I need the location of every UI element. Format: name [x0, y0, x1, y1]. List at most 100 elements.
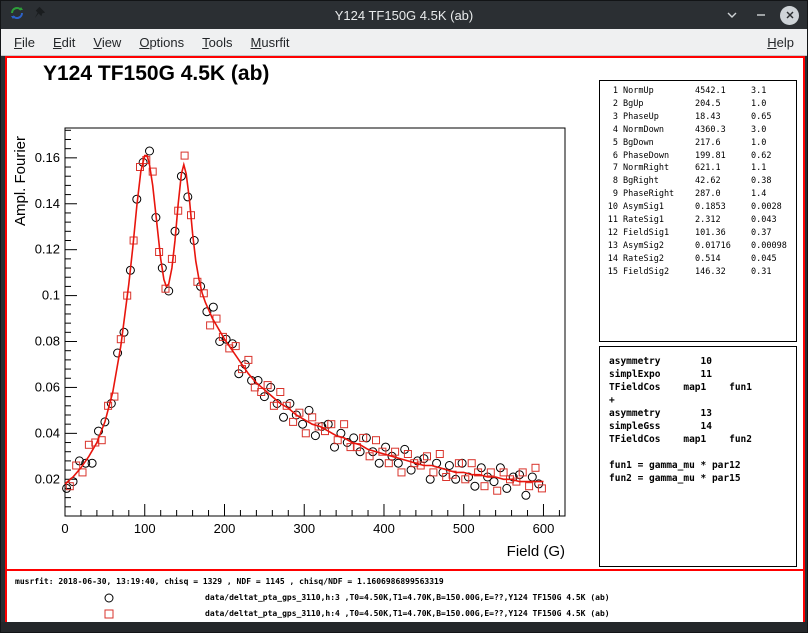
legend-label: data/deltat_pta_gps_3110,h:3 ,T0=4.50K,T…: [205, 593, 610, 603]
menu-tools[interactable]: Tools: [193, 31, 241, 54]
p-idx: 7: [605, 162, 618, 175]
p-name: NormDown: [623, 124, 695, 137]
parameter-box[interactable]: 1NormUp4542.13.12BgUp204.51.03PhaseUp18.…: [599, 80, 797, 342]
p-err: 0.00098: [751, 240, 791, 253]
p-idx: 6: [605, 150, 618, 163]
param-row: 5BgDown217.61.0: [605, 137, 791, 150]
svg-text:600: 600: [533, 521, 555, 536]
menu-file[interactable]: File: [5, 31, 44, 54]
p-val: 0.1853: [695, 201, 751, 214]
svg-text:0: 0: [61, 521, 68, 536]
p-name: PhaseUp: [623, 111, 695, 124]
svg-text:0.08: 0.08: [35, 334, 60, 349]
p-idx: 4: [605, 124, 618, 137]
p-name: NormRight: [623, 162, 695, 175]
p-idx: 10: [605, 201, 618, 214]
p-err: 0.31: [751, 266, 791, 279]
maximize-button[interactable]: [751, 6, 770, 25]
info-pad: musrfit: 2018-06-30, 13:19:40, chisq = 1…: [7, 573, 803, 622]
p-idx: 14: [605, 253, 618, 266]
p-err: 0.38: [751, 175, 791, 188]
p-err: 0.043: [751, 214, 791, 227]
p-val: 101.36: [695, 227, 751, 240]
menu-musrfit[interactable]: Musrfit: [242, 31, 299, 54]
svg-text:0.14: 0.14: [35, 196, 60, 211]
legend-label: data/deltat_pta_gps_3110,h:4 ,T0=4.50K,T…: [205, 609, 610, 619]
param-row: 6 PhaseDown199.810.62: [605, 150, 791, 163]
legend-row: data/deltat_pta_gps_3110,h:4 ,T0=4.50K,T…: [7, 606, 803, 622]
p-idx: 3: [605, 111, 618, 124]
p-idx: 15: [605, 266, 618, 279]
legend-row: data/deltat_pta_gps_3110,h:3 ,T0=4.50K,T…: [7, 590, 803, 606]
theory-box[interactable]: asymmetry 10 simplExpo 11 TFieldCos map1…: [599, 346, 797, 567]
pin-icon[interactable]: [33, 6, 46, 24]
svg-text:100: 100: [134, 521, 156, 536]
p-err: 0.62: [751, 150, 791, 163]
p-val: 0.01716: [695, 240, 751, 253]
svg-text:Field (G): Field (G): [507, 543, 565, 560]
p-val: 621.1: [695, 162, 751, 175]
window-title: Y124 TF150G 4.5K (ab): [1, 8, 807, 23]
p-err: 0.37: [751, 227, 791, 240]
window-titlebar: Y124 TF150G 4.5K (ab): [1, 1, 807, 29]
svg-text:0.12: 0.12: [35, 242, 60, 257]
menu-help[interactable]: Help: [758, 31, 803, 54]
p-name: BgRight: [623, 175, 695, 188]
svg-text:0.04: 0.04: [35, 425, 60, 440]
p-idx: 8: [605, 175, 618, 188]
p-val: 199.81: [695, 150, 751, 163]
param-row: 15 FieldSig2146.320.31: [605, 266, 791, 279]
svg-text:0.1: 0.1: [42, 288, 60, 303]
p-val: 2.312: [695, 214, 751, 227]
legend: data/deltat_pta_gps_3110,h:3 ,T0=4.50K,T…: [7, 573, 803, 622]
p-idx: 11: [605, 214, 618, 227]
root-canvas: 0 100 200 300 400 500 600 0.02 0.04 0.06 0.08 0.1 0.…: [5, 56, 805, 624]
svg-text:300: 300: [293, 521, 315, 536]
minimize-button[interactable]: [722, 6, 741, 25]
window-bottom-edge: [1, 622, 807, 632]
p-name: BgUp: [623, 98, 695, 111]
p-idx: 12: [605, 227, 618, 240]
svg-text:500: 500: [453, 521, 475, 536]
p-name: RateSig2: [623, 253, 695, 266]
p-val: 4360.3: [695, 124, 751, 137]
p-idx: 13: [605, 240, 618, 253]
param-row: 10AsymSig10.18530.0028: [605, 201, 791, 214]
menu-options[interactable]: Options: [130, 31, 193, 54]
p-idx: 1: [605, 85, 618, 98]
menu-view[interactable]: View: [84, 31, 130, 54]
param-row: 13AsymSig20.017160.00098: [605, 240, 791, 253]
p-err: 3.0: [751, 124, 791, 137]
p-name: RateSig1: [623, 214, 695, 227]
p-name: NormUp: [623, 85, 695, 98]
svg-text:0.16: 0.16: [35, 150, 60, 165]
application-window: Y124 TF150G 4.5K (ab) FileEditViewOptio: [0, 0, 808, 633]
p-val: 146.32: [695, 266, 751, 279]
menubar: FileEditViewOptionsToolsMusrfit Help: [1, 29, 807, 56]
app-icon[interactable]: [9, 5, 25, 26]
menu-left: FileEditViewOptionsToolsMusrfit: [5, 31, 299, 54]
param-row: 9PhaseRight287.01.4: [605, 188, 791, 201]
svg-text:400: 400: [373, 521, 395, 536]
svg-text:200: 200: [214, 521, 236, 536]
p-val: 0.514: [695, 253, 751, 266]
p-idx: 2: [605, 98, 618, 111]
p-name: PhaseDown: [623, 150, 695, 163]
param-row: 2BgUp204.51.0: [605, 98, 791, 111]
p-name: FieldSig1: [623, 227, 695, 240]
p-name: AsymSig1: [623, 201, 695, 214]
close-button[interactable]: [780, 6, 799, 25]
p-err: 1.4: [751, 188, 791, 201]
p-name: FieldSig2: [623, 266, 695, 279]
menu-edit[interactable]: Edit: [44, 31, 84, 54]
svg-text:0.06: 0.06: [35, 379, 60, 394]
p-val: 42.62: [695, 175, 751, 188]
p-err: 1.0: [751, 137, 791, 150]
param-row: 12 FieldSig1101.360.37: [605, 227, 791, 240]
p-err: 1.0: [751, 98, 791, 111]
p-idx: 5: [605, 137, 618, 150]
svg-text:0.02: 0.02: [35, 471, 60, 486]
p-val: 217.6: [695, 137, 751, 150]
param-row: 4 NormDown4360.33.0: [605, 124, 791, 137]
param-row: 3PhaseUp18.430.65: [605, 111, 791, 124]
